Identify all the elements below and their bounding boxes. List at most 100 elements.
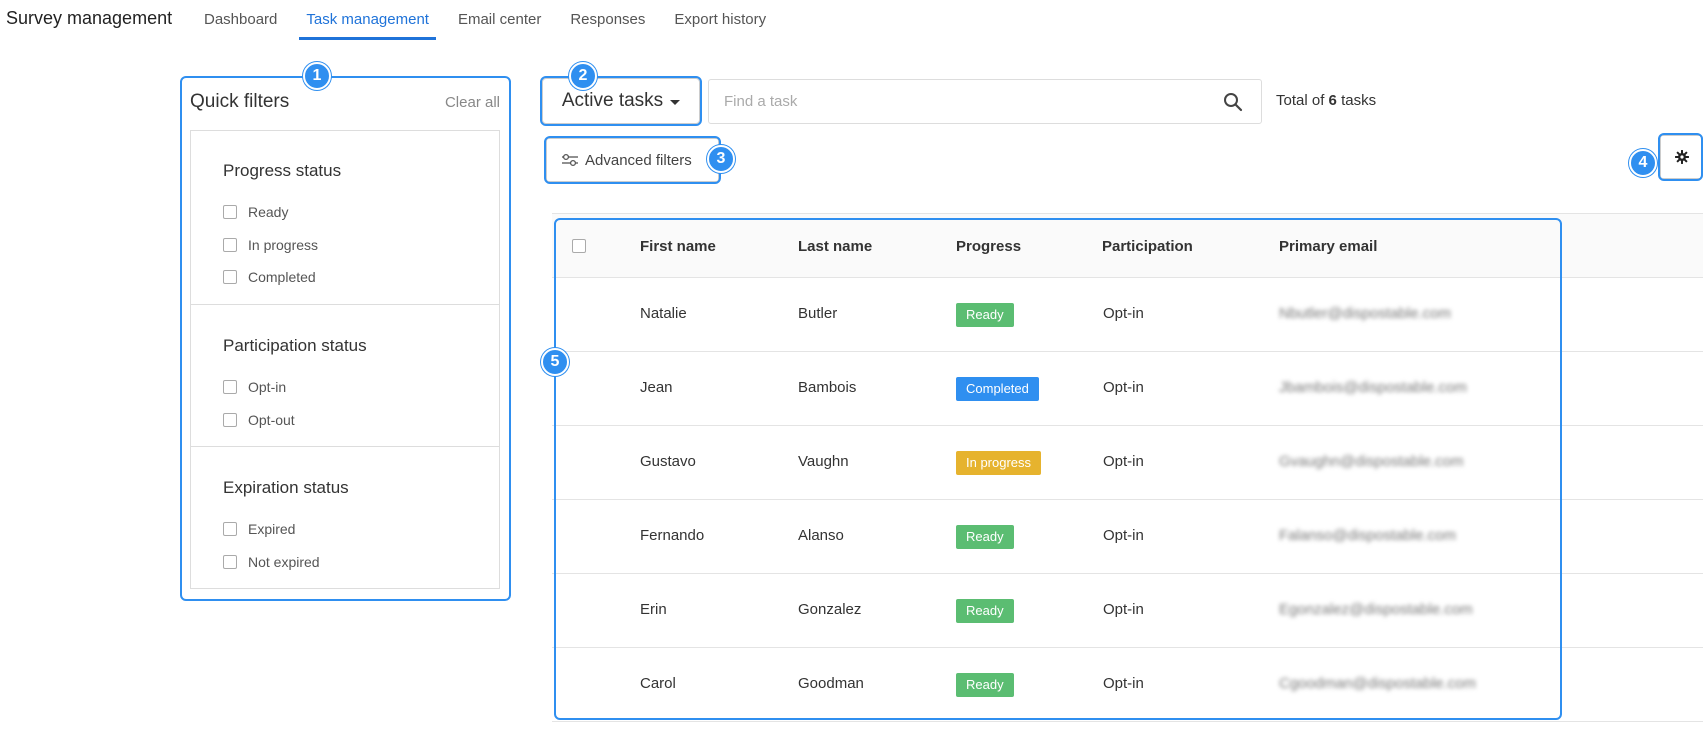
table-row[interactable]: Erin Gonzalez Ready Opt-in Egonzalez@dis… bbox=[552, 574, 1703, 648]
checkbox[interactable] bbox=[223, 413, 237, 427]
callout-marker-3: 3 bbox=[707, 145, 735, 173]
total-suffix: tasks bbox=[1341, 92, 1377, 109]
select-all-checkbox[interactable] bbox=[572, 239, 586, 253]
last-name-cell: Butler bbox=[798, 305, 838, 322]
search-icon[interactable] bbox=[1223, 92, 1243, 112]
gear-icon bbox=[1674, 150, 1689, 164]
clear-all-link[interactable]: Clear all bbox=[445, 94, 500, 111]
callout-marker-2: 2 bbox=[569, 62, 597, 90]
filter-option-label: Opt-in bbox=[248, 379, 287, 395]
view-dropdown[interactable]: Active tasks bbox=[542, 78, 700, 124]
filter-option-label: Not expired bbox=[248, 554, 320, 570]
tab-export-history[interactable]: Export history bbox=[674, 0, 766, 42]
first-name-cell: Fernando bbox=[640, 527, 705, 544]
total-prefix: Total of bbox=[1276, 92, 1325, 109]
participation-cell: Opt-in bbox=[1103, 601, 1144, 618]
first-name-cell: Erin bbox=[640, 601, 667, 618]
column-header-first-name[interactable]: First name bbox=[640, 238, 716, 255]
total-number: 6 bbox=[1328, 92, 1337, 109]
filter-group-title: Participation status bbox=[223, 336, 367, 355]
caret-down-icon bbox=[670, 99, 681, 105]
email-cell: Nbutler@dispostable.com bbox=[1279, 305, 1451, 322]
status-badge: Completed bbox=[956, 377, 1039, 401]
status-badge: Ready bbox=[956, 303, 1014, 327]
table-header: First name Last name Progress Participat… bbox=[552, 213, 1703, 278]
sliders-icon bbox=[562, 153, 578, 167]
task-table: First name Last name Progress Participat… bbox=[552, 213, 1703, 722]
search-input[interactable] bbox=[709, 80, 1209, 123]
column-header-primary-email[interactable]: Primary email bbox=[1279, 238, 1377, 255]
table-row[interactable]: Fernando Alanso Ready Opt-in Falanso@dis… bbox=[552, 500, 1703, 574]
participation-cell: Opt-in bbox=[1103, 379, 1144, 396]
quick-filters-panel: Quick filters Clear all Progress status … bbox=[182, 80, 508, 599]
callout-marker-4: 4 bbox=[1629, 149, 1657, 177]
last-name-cell: Alanso bbox=[798, 527, 844, 544]
email-cell: Egonzalez@dispostable.com bbox=[1279, 601, 1473, 618]
last-name-cell: Goodman bbox=[798, 675, 864, 692]
checkbox[interactable] bbox=[223, 555, 237, 569]
participation-cell: Opt-in bbox=[1103, 675, 1144, 692]
email-cell: Cgoodman@dispostable.com bbox=[1279, 675, 1476, 692]
table-row[interactable]: Carol Goodman Ready Opt-in Cgoodman@disp… bbox=[552, 648, 1703, 722]
first-name-cell: Carol bbox=[640, 675, 676, 692]
column-header-participation[interactable]: Participation bbox=[1102, 238, 1193, 255]
total-count: Total of 6 tasks bbox=[1276, 92, 1376, 109]
filter-option-expired[interactable]: Expired bbox=[223, 521, 295, 537]
filter-option-opt-out[interactable]: Opt-out bbox=[223, 412, 295, 428]
checkbox[interactable] bbox=[223, 205, 237, 219]
filter-option-completed[interactable]: Completed bbox=[223, 269, 316, 285]
checkbox[interactable] bbox=[223, 270, 237, 284]
filter-option-label: Opt-out bbox=[248, 412, 295, 428]
email-cell: Jbambois@dispostable.com bbox=[1279, 379, 1467, 396]
checkbox[interactable] bbox=[223, 238, 237, 252]
table-row[interactable]: Natalie Butler Ready Opt-in Nbutler@disp… bbox=[552, 278, 1703, 352]
table-row[interactable]: Gustavo Vaughn In progress Opt-in Gvaugh… bbox=[552, 426, 1703, 500]
checkbox[interactable] bbox=[223, 522, 237, 536]
tab-email-center[interactable]: Email center bbox=[458, 0, 541, 42]
email-cell: Gvaughn@dispostable.com bbox=[1279, 453, 1464, 470]
filter-group-title: Expiration status bbox=[223, 478, 349, 497]
first-name-cell: Jean bbox=[640, 379, 673, 396]
search-box bbox=[708, 79, 1262, 124]
participation-cell: Opt-in bbox=[1103, 453, 1144, 470]
quick-filters-box: Progress status Ready In progress Comple… bbox=[190, 130, 500, 589]
advanced-filters-button[interactable]: Advanced filters bbox=[546, 138, 719, 182]
filter-group-progress: Progress status Ready In progress Comple… bbox=[191, 131, 499, 305]
filter-option-in-progress[interactable]: In progress bbox=[223, 237, 318, 253]
callout-marker-5: 5 bbox=[541, 348, 569, 376]
view-dropdown-label: Active tasks bbox=[561, 90, 664, 111]
filter-option-opt-in[interactable]: Opt-in bbox=[223, 379, 286, 395]
participation-cell: Opt-in bbox=[1103, 305, 1144, 322]
quick-filters-title: Quick filters bbox=[190, 91, 290, 112]
first-name-cell: Gustavo bbox=[640, 453, 696, 470]
filter-group-participation: Participation status Opt-in Opt-out bbox=[191, 305, 499, 447]
last-name-cell: Vaughn bbox=[798, 453, 849, 470]
filter-option-label: Expired bbox=[248, 521, 296, 537]
tab-responses[interactable]: Responses bbox=[570, 0, 645, 42]
checkbox[interactable] bbox=[223, 380, 237, 394]
app-title: Survey management bbox=[6, 8, 173, 28]
filter-option-ready[interactable]: Ready bbox=[223, 204, 288, 220]
participation-cell: Opt-in bbox=[1103, 527, 1144, 544]
tab-task-management[interactable]: Task management bbox=[299, 0, 436, 42]
last-name-cell: Bambois bbox=[798, 379, 857, 396]
email-cell: Falanso@dispostable.com bbox=[1279, 527, 1456, 544]
filter-option-label: In progress bbox=[248, 237, 319, 253]
filter-group-title: Progress status bbox=[223, 161, 342, 180]
callout-marker-1: 1 bbox=[303, 62, 331, 90]
last-name-cell: Gonzalez bbox=[798, 601, 862, 618]
column-header-progress[interactable]: Progress bbox=[956, 238, 1021, 255]
advanced-filters-label: Advanced filters bbox=[585, 151, 692, 169]
column-header-last-name[interactable]: Last name bbox=[798, 238, 872, 255]
first-name-cell: Natalie bbox=[640, 305, 687, 322]
filter-option-label: Ready bbox=[248, 204, 289, 220]
table-row[interactable]: Jean Bambois Completed Opt-in Jbambois@d… bbox=[552, 352, 1703, 426]
tab-dashboard[interactable]: Dashboard bbox=[204, 0, 277, 42]
main-nav: Dashboard Task management Email center R… bbox=[204, 0, 795, 42]
filter-group-expiration: Expiration status Expired Not expired bbox=[191, 447, 499, 589]
status-badge: Ready bbox=[956, 599, 1014, 623]
filter-option-not-expired[interactable]: Not expired bbox=[223, 554, 320, 570]
status-badge: In progress bbox=[956, 451, 1042, 475]
status-badge: Ready bbox=[956, 525, 1014, 549]
settings-button[interactable] bbox=[1660, 135, 1703, 179]
